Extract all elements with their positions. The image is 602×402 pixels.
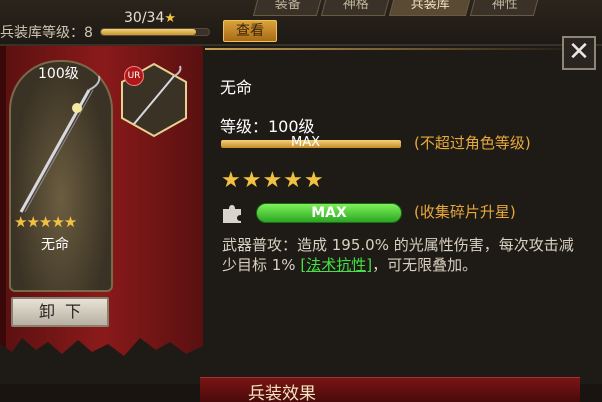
puzzle-piece-icon bbox=[223, 205, 241, 223]
rarity-badge: UR bbox=[124, 66, 144, 86]
star-rating: ★★★★★ bbox=[221, 168, 325, 193]
level-note: (不超过角色等级) bbox=[414, 134, 531, 152]
card-level: 100级 bbox=[38, 66, 79, 82]
armory-progress-fill bbox=[101, 29, 197, 35]
armory-count: 30/34★ bbox=[124, 10, 177, 26]
effect-title: 兵装效果 bbox=[248, 384, 316, 402]
weapon-description: 武器普攻：造成 195.0% 的光属性伤害，每次攻击减少目标 1% [法术抗性]… bbox=[222, 236, 574, 274]
banner-torn-edge bbox=[0, 338, 203, 370]
tab-divinity[interactable]: 神性 bbox=[469, 0, 539, 16]
card-weapon-name: 无命 bbox=[41, 237, 69, 253]
tab-bar: 装备 神格 兵装库 神性 bbox=[252, 0, 540, 16]
star-progress-bar: MAX bbox=[256, 203, 402, 223]
unequip-button[interactable]: 卸下 bbox=[11, 297, 109, 327]
view-button[interactable]: 查看 bbox=[223, 20, 277, 42]
weapon-level: 等级：100级 bbox=[220, 117, 315, 136]
armory-level-label: 兵装库等级：8 bbox=[0, 25, 93, 41]
level-bar-text: MAX bbox=[291, 135, 321, 150]
tab-godhood[interactable]: 神格 bbox=[320, 0, 390, 16]
weapon-card[interactable] bbox=[9, 60, 113, 292]
spear-icon bbox=[19, 75, 101, 213]
star-icon: ★ bbox=[164, 11, 177, 26]
armory-progress-bar bbox=[100, 28, 210, 36]
panel-divider bbox=[205, 48, 585, 50]
tab-armory[interactable]: 兵装库 bbox=[388, 0, 471, 16]
tab-equipment[interactable]: 装备 bbox=[252, 0, 322, 16]
banner-edge bbox=[0, 46, 6, 368]
star-note: (收集碎片升星) bbox=[414, 203, 516, 221]
close-icon: ✕ bbox=[568, 37, 590, 67]
close-button[interactable]: ✕ bbox=[562, 36, 596, 70]
magic-resistance-link[interactable]: [法术抗性] bbox=[300, 256, 372, 274]
weapon-name: 无命 bbox=[220, 78, 253, 97]
card-stars: ★★★★★ bbox=[14, 213, 77, 231]
